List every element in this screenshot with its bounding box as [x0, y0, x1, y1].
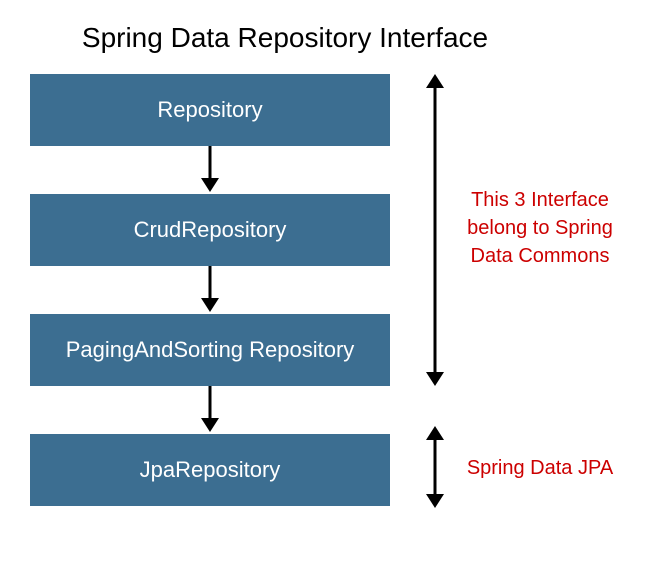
- arrow-down-icon: [30, 386, 390, 434]
- box-jparepository: JpaRepository: [30, 434, 390, 506]
- box-crudrepository: CrudRepository: [30, 194, 390, 266]
- box-pagingandsortingrepository: PagingAndSorting Repository: [30, 314, 390, 386]
- double-arrow-commons-icon: [420, 74, 450, 391]
- double-arrow-jpa-icon: [420, 426, 450, 513]
- annotation-commons: This 3 Interface belong to Spring Data C…: [460, 186, 620, 270]
- box-repository: Repository: [30, 74, 390, 146]
- annotation-jpa: Spring Data JPA: [460, 454, 620, 482]
- arrow-down-icon: [30, 146, 390, 194]
- diagram-content: Repository CrudRepository PagingAndSorti…: [0, 74, 650, 506]
- diagram-title: Spring Data Repository Interface: [0, 0, 650, 74]
- arrow-down-icon: [30, 266, 390, 314]
